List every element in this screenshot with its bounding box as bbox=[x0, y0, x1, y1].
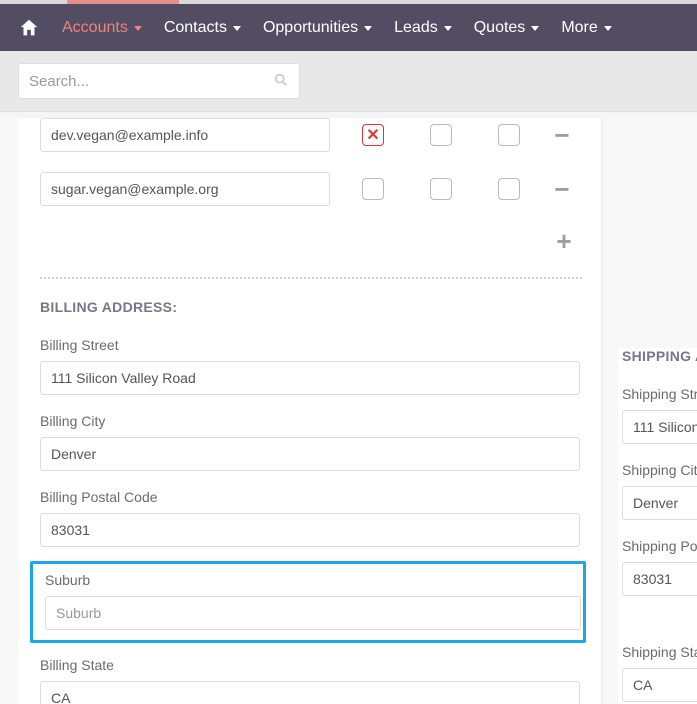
billing-postal-label: Billing Postal Code bbox=[40, 489, 582, 505]
dotted-divider bbox=[40, 277, 582, 279]
nav-more[interactable]: More bbox=[561, 19, 611, 37]
chevron-down-icon bbox=[604, 26, 612, 31]
nav-contacts[interactable]: Contacts bbox=[164, 19, 241, 37]
primary-checkbox[interactable]: ✕ bbox=[362, 124, 384, 146]
chevron-down-icon bbox=[233, 26, 241, 31]
search-input[interactable] bbox=[29, 73, 249, 90]
nav-label: Leads bbox=[394, 19, 438, 37]
suburb-input[interactable] bbox=[45, 596, 581, 630]
add-email-button[interactable]: + bbox=[554, 226, 574, 257]
shipping-section-title: SHIPPING A bbox=[622, 348, 697, 364]
billing-panel: ✕ − − + BILLING ADDRESS: Billing Street … bbox=[18, 118, 600, 704]
search-bar-container bbox=[0, 51, 697, 112]
shipping-city-label: Shipping City bbox=[622, 462, 697, 478]
nav-quotes[interactable]: Quotes bbox=[474, 19, 540, 37]
invalid-checkbox[interactable] bbox=[498, 124, 520, 146]
search-icon[interactable] bbox=[273, 72, 289, 91]
content-area: ✕ − − + BILLING ADDRESS: Billing Street … bbox=[0, 118, 697, 704]
vertical-divider bbox=[602, 118, 603, 704]
billing-state-input[interactable] bbox=[40, 681, 580, 704]
billing-city-input[interactable] bbox=[40, 437, 580, 471]
main-nav: Accounts Contacts Opportunities Leads Qu… bbox=[0, 4, 697, 51]
remove-email-button[interactable]: − bbox=[552, 120, 572, 151]
nav-leads[interactable]: Leads bbox=[394, 19, 452, 37]
nav-label: Opportunities bbox=[263, 19, 358, 37]
nav-label: Contacts bbox=[164, 19, 227, 37]
billing-street-input[interactable] bbox=[40, 361, 580, 395]
chevron-down-icon bbox=[531, 26, 539, 31]
shipping-street-label: Shipping Stre bbox=[622, 386, 697, 402]
home-icon[interactable] bbox=[18, 17, 40, 39]
active-tab-accent bbox=[67, 0, 179, 4]
email-row: ✕ − bbox=[40, 118, 582, 152]
optout-checkbox[interactable] bbox=[430, 178, 452, 200]
remove-email-button[interactable]: − bbox=[552, 174, 572, 205]
primary-checkbox[interactable] bbox=[362, 178, 384, 200]
shipping-state-input[interactable] bbox=[622, 668, 697, 702]
nav-accounts[interactable]: Accounts bbox=[62, 19, 142, 37]
suburb-label: Suburb bbox=[45, 572, 575, 588]
billing-section-title: BILLING ADDRESS: bbox=[40, 299, 582, 315]
search-bar[interactable] bbox=[18, 63, 300, 99]
nav-label: More bbox=[561, 19, 597, 37]
nav-label: Accounts bbox=[62, 19, 128, 37]
chevron-down-icon bbox=[444, 26, 452, 31]
optout-checkbox[interactable] bbox=[430, 124, 452, 146]
chevron-down-icon bbox=[364, 26, 372, 31]
email-field[interactable] bbox=[40, 172, 330, 206]
billing-state-label: Billing State bbox=[40, 657, 582, 673]
billing-city-label: Billing City bbox=[40, 413, 582, 429]
billing-street-label: Billing Street bbox=[40, 337, 582, 353]
shipping-panel: SHIPPING A Shipping Stre Shipping City S… bbox=[618, 348, 697, 704]
top-accent-bar bbox=[0, 0, 697, 4]
billing-postal-input[interactable] bbox=[40, 513, 580, 547]
shipping-postal-input[interactable] bbox=[622, 562, 697, 596]
nav-opportunities[interactable]: Opportunities bbox=[263, 19, 372, 37]
email-field[interactable] bbox=[40, 118, 330, 152]
shipping-street-input[interactable] bbox=[622, 410, 697, 444]
shipping-city-input[interactable] bbox=[622, 486, 697, 520]
suburb-highlight: Suburb bbox=[30, 561, 586, 643]
nav-label: Quotes bbox=[474, 19, 526, 37]
invalid-checkbox[interactable] bbox=[498, 178, 520, 200]
email-row: − bbox=[40, 172, 582, 206]
shipping-postal-label: Shipping Pos bbox=[622, 538, 697, 554]
shipping-state-label: Shipping Sta bbox=[622, 644, 697, 660]
chevron-down-icon bbox=[134, 26, 142, 31]
